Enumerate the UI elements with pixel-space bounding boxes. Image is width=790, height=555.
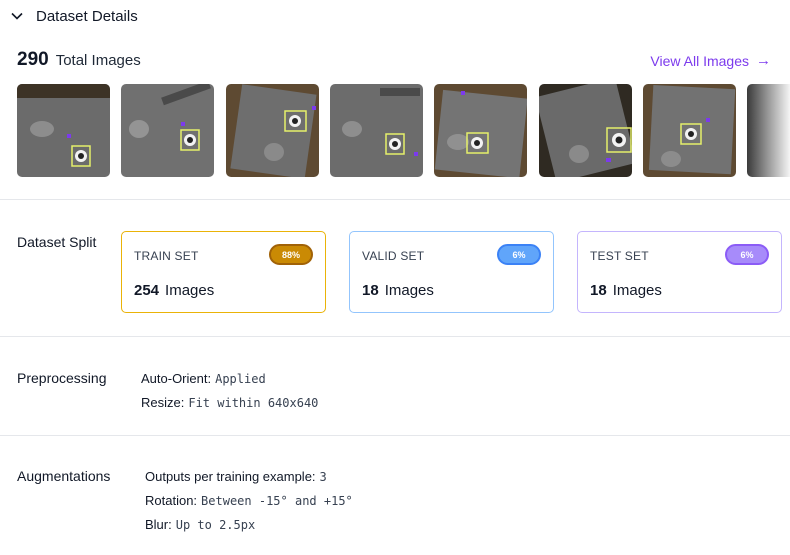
view-all-label: View All Images xyxy=(650,52,749,69)
test-set-title: TEST SET xyxy=(590,249,649,263)
valid-set-card[interactable]: VALID SET 6% 18 Images xyxy=(349,231,554,313)
train-percent-badge: 88% xyxy=(269,244,313,265)
train-set-title: TRAIN SET xyxy=(134,249,199,263)
preprocessing-auto-orient: Auto-Orient: Applied xyxy=(141,371,266,386)
blur-value: Up to 2.5px xyxy=(175,518,256,532)
thumbnail[interactable] xyxy=(17,84,110,177)
outputs-value: 3 xyxy=(319,470,327,484)
auto-orient-key: Auto-Orient: xyxy=(141,371,212,386)
total-images: 290 Total Images xyxy=(17,49,141,71)
divider xyxy=(0,199,790,200)
thumbnail[interactable] xyxy=(747,84,790,177)
test-count-unit: Images xyxy=(612,282,662,299)
train-count: 254 Images xyxy=(134,282,214,299)
augmentation-outputs: Outputs per training example: 3 xyxy=(145,469,327,484)
valid-count: 18 Images xyxy=(362,282,434,299)
preprocessing-resize: Resize: Fit within 640x640 xyxy=(141,395,318,410)
test-count: 18 Images xyxy=(590,282,662,299)
arrow-right-icon: → xyxy=(756,52,771,69)
section-title: Dataset Details xyxy=(36,7,138,25)
section-header[interactable]: Dataset Details xyxy=(10,5,138,27)
view-all-images-link[interactable]: View All Images → xyxy=(650,52,771,69)
dataset-split-label: Dataset Split xyxy=(17,234,97,250)
valid-percent-badge: 6% xyxy=(497,244,541,265)
thumbnail[interactable] xyxy=(226,84,319,177)
rotation-key: Rotation: xyxy=(145,493,198,508)
preprocessing-label: Preprocessing xyxy=(17,370,107,386)
train-count-value: 254 xyxy=(134,282,160,299)
rotation-value: Between -15° and +15° xyxy=(201,494,353,508)
thumbnail[interactable] xyxy=(121,84,214,177)
thumbnail-strip xyxy=(17,84,790,177)
divider xyxy=(0,336,790,337)
thumbnail[interactable] xyxy=(434,84,527,177)
blur-key: Blur: xyxy=(145,517,172,532)
valid-count-unit: Images xyxy=(384,282,434,299)
resize-key: Resize: xyxy=(141,395,185,410)
outputs-key: Outputs per training example: xyxy=(145,469,316,484)
thumbnail[interactable] xyxy=(330,84,423,177)
test-count-value: 18 xyxy=(590,282,607,299)
valid-count-value: 18 xyxy=(362,282,379,299)
total-label: Total Images xyxy=(55,52,141,69)
thumbnail[interactable] xyxy=(643,84,736,177)
chevron-down-icon[interactable] xyxy=(10,9,24,23)
augmentation-rotation: Rotation: Between -15° and +15° xyxy=(145,493,353,508)
test-percent-badge: 6% xyxy=(725,244,769,265)
auto-orient-value: Applied xyxy=(215,372,266,386)
total-count: 290 xyxy=(17,49,49,70)
thumbnail[interactable] xyxy=(539,84,632,177)
resize-value: Fit within 640x640 xyxy=(188,396,319,410)
test-set-card[interactable]: TEST SET 6% 18 Images xyxy=(577,231,782,313)
train-set-card[interactable]: TRAIN SET 88% 254 Images xyxy=(121,231,326,313)
augmentations-label: Augmentations xyxy=(17,468,111,484)
valid-set-title: VALID SET xyxy=(362,249,425,263)
augmentation-blur: Blur: Up to 2.5px xyxy=(145,517,255,532)
train-count-unit: Images xyxy=(165,282,215,299)
divider xyxy=(0,435,790,436)
